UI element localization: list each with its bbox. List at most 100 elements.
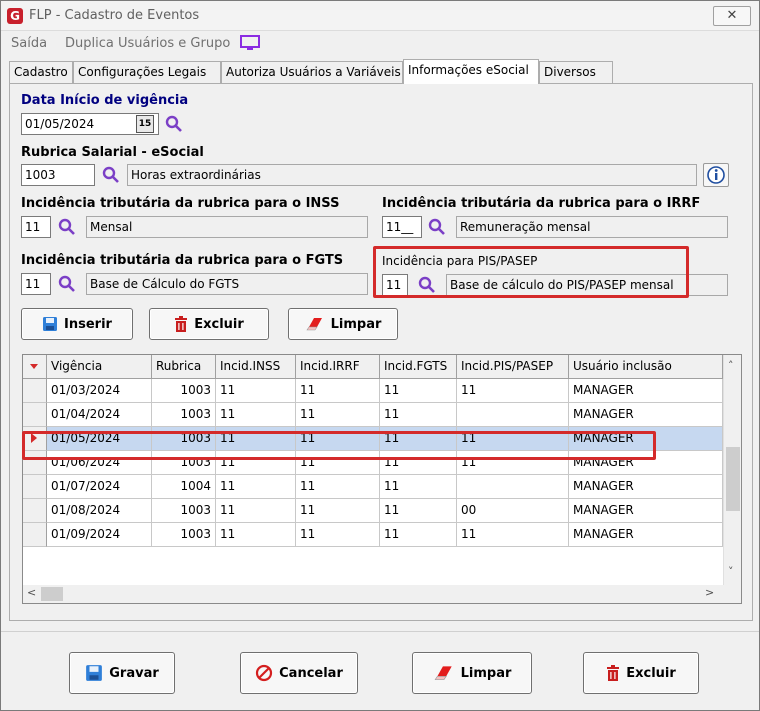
tab-diversos[interactable]: Diversos [539, 61, 613, 83]
cell-usuario-inclusao[interactable]: MANAGER [569, 379, 723, 403]
table-row[interactable]: 01/04/2024 1003 11 11 11 MANAGER [23, 403, 723, 427]
scroll-right-icon[interactable]: > [705, 586, 714, 599]
cancelar-button[interactable]: Cancelar [240, 652, 358, 694]
search-icon[interactable] [428, 218, 446, 236]
cell-incid-pis-pasep[interactable] [457, 403, 569, 427]
horizontal-scrollbar[interactable]: < > [23, 585, 741, 603]
scroll-down-icon[interactable]: ˅ [728, 565, 734, 578]
cell-rubrica[interactable]: 1003 [152, 379, 216, 403]
cell-vigencia[interactable]: 01/07/2024 [47, 475, 152, 499]
header-incid-irrf[interactable]: Incid.IRRF [296, 355, 380, 379]
cell-incid-pis-pasep[interactable]: 00 [457, 499, 569, 523]
cell-rubrica[interactable]: 1003 [152, 403, 216, 427]
header-vigencia[interactable]: Vigência [47, 355, 152, 379]
tab-informacoes-esocial[interactable]: Informações eSocial [403, 59, 539, 84]
excluir-action-button[interactable]: Excluir [149, 308, 269, 340]
cell-incid-irrf[interactable]: 11 [296, 499, 380, 523]
limpar-button[interactable]: Limpar [412, 652, 532, 694]
row-indicator[interactable] [23, 475, 47, 499]
table-row[interactable]: 01/08/2024 1003 11 11 11 00 MANAGER [23, 499, 723, 523]
vigencias-grid[interactable]: Vigência Rubrica Incid.INSS Incid.IRRF I… [22, 354, 742, 604]
header-incid-pis-pasep[interactable]: Incid.PIS/PASEP [457, 355, 569, 379]
cell-incid-fgts[interactable]: 11 [380, 475, 457, 499]
horizontal-scroll-thumb[interactable] [41, 587, 63, 601]
window-title: FLP - Cadastro de Eventos [29, 8, 200, 23]
info-icon [707, 166, 725, 184]
cell-incid-inss[interactable]: 11 [216, 499, 296, 523]
tab-cadastro[interactable]: Cadastro [9, 61, 73, 83]
cell-incid-inss[interactable]: 11 [216, 379, 296, 403]
trash-icon [175, 316, 188, 332]
cell-vigencia[interactable]: 01/09/2024 [47, 523, 152, 547]
header-indicator [23, 355, 47, 379]
cell-usuario-inclusao[interactable]: MANAGER [569, 475, 723, 499]
menu-saida[interactable]: Saída [11, 36, 47, 51]
header-usuario-inclusao[interactable]: Usuário inclusão [569, 355, 723, 379]
row-indicator[interactable] [23, 403, 47, 427]
cell-rubrica[interactable]: 1004 [152, 475, 216, 499]
cell-rubrica[interactable]: 1003 [152, 523, 216, 547]
cell-incid-inss[interactable]: 11 [216, 403, 296, 427]
cell-vigencia[interactable]: 01/04/2024 [47, 403, 152, 427]
cell-incid-fgts[interactable]: 11 [380, 499, 457, 523]
scroll-left-icon[interactable]: < [27, 586, 36, 599]
tab-autoriza-usuarios[interactable]: Autoriza Usuários a Variáveis [221, 61, 403, 83]
search-icon[interactable] [58, 218, 76, 236]
header-incid-fgts[interactable]: Incid.FGTS [380, 355, 457, 379]
cell-incid-inss[interactable]: 11 [216, 523, 296, 547]
excluir-label: Excluir [626, 665, 676, 681]
sort-down-icon [30, 364, 38, 369]
rubrica-code-field[interactable]: 1003 [21, 164, 95, 186]
inserir-button[interactable]: Inserir [21, 308, 133, 340]
cell-incid-pis-pasep[interactable] [457, 475, 569, 499]
fgts-label: Incidência tributária da rubrica para o … [21, 253, 344, 268]
cell-incid-fgts[interactable]: 11 [380, 523, 457, 547]
irrf-label: Incidência tributária da rubrica para o … [382, 196, 701, 211]
cell-incid-irrf[interactable]: 11 [296, 475, 380, 499]
esocial-panel: Data Início de vigência 01/05/2024 15 Ru… [9, 83, 753, 621]
cell-incid-fgts[interactable]: 11 [380, 379, 457, 403]
scroll-up-icon[interactable]: ˄ [728, 359, 734, 372]
excluir-button[interactable]: Excluir [583, 652, 699, 694]
fgts-code-field[interactable]: 11 [21, 273, 51, 295]
search-icon[interactable] [102, 166, 120, 184]
cell-rubrica[interactable]: 1003 [152, 499, 216, 523]
header-incid-inss[interactable]: Incid.INSS [216, 355, 296, 379]
cell-incid-fgts[interactable]: 11 [380, 403, 457, 427]
cancelar-label: Cancelar [279, 665, 343, 681]
tab-configuracoes-legais[interactable]: Configurações Legais [73, 61, 221, 83]
limpar-action-button[interactable]: Limpar [288, 308, 398, 340]
search-icon[interactable] [165, 115, 183, 133]
irrf-code-field[interactable]: 11__ [382, 216, 422, 238]
cell-incid-irrf[interactable]: 11 [296, 379, 380, 403]
close-button[interactable]: ✕ [713, 6, 751, 26]
calendar-button[interactable]: 15 [136, 115, 154, 133]
cell-vigencia[interactable]: 01/08/2024 [47, 499, 152, 523]
search-icon[interactable] [58, 275, 76, 293]
info-button[interactable] [703, 163, 729, 187]
table-row[interactable]: 01/07/2024 1004 11 11 11 MANAGER [23, 475, 723, 499]
vertical-scrollbar[interactable]: ˄ ˅ [723, 355, 741, 585]
row-indicator[interactable] [23, 523, 47, 547]
save-icon [86, 665, 103, 681]
cell-incid-irrf[interactable]: 11 [296, 403, 380, 427]
header-rubrica[interactable]: Rubrica [152, 355, 216, 379]
vertical-scroll-thumb[interactable] [726, 447, 740, 511]
cell-incid-pis-pasep[interactable]: 11 [457, 523, 569, 547]
row-indicator[interactable] [23, 379, 47, 403]
cell-incid-pis-pasep[interactable]: 11 [457, 379, 569, 403]
table-row[interactable]: 01/09/2024 1003 11 11 11 11 MANAGER [23, 523, 723, 547]
row-indicator[interactable] [23, 499, 47, 523]
table-row[interactable]: 01/03/2024 1003 11 11 11 11 MANAGER [23, 379, 723, 403]
gravar-button[interactable]: Gravar [69, 652, 175, 694]
cell-usuario-inclusao[interactable]: MANAGER [569, 499, 723, 523]
cell-incid-irrf[interactable]: 11 [296, 523, 380, 547]
cell-usuario-inclusao[interactable]: MANAGER [569, 523, 723, 547]
data-inicio-label: Data Início de vigência [21, 93, 189, 108]
menu-duplica-usuarios[interactable]: Duplica Usuários e Grupo [65, 36, 230, 51]
monitor-icon[interactable] [239, 35, 261, 51]
cell-incid-inss[interactable]: 11 [216, 475, 296, 499]
inss-code-field[interactable]: 11 [21, 216, 51, 238]
cell-vigencia[interactable]: 01/03/2024 [47, 379, 152, 403]
cell-usuario-inclusao[interactable]: MANAGER [569, 403, 723, 427]
